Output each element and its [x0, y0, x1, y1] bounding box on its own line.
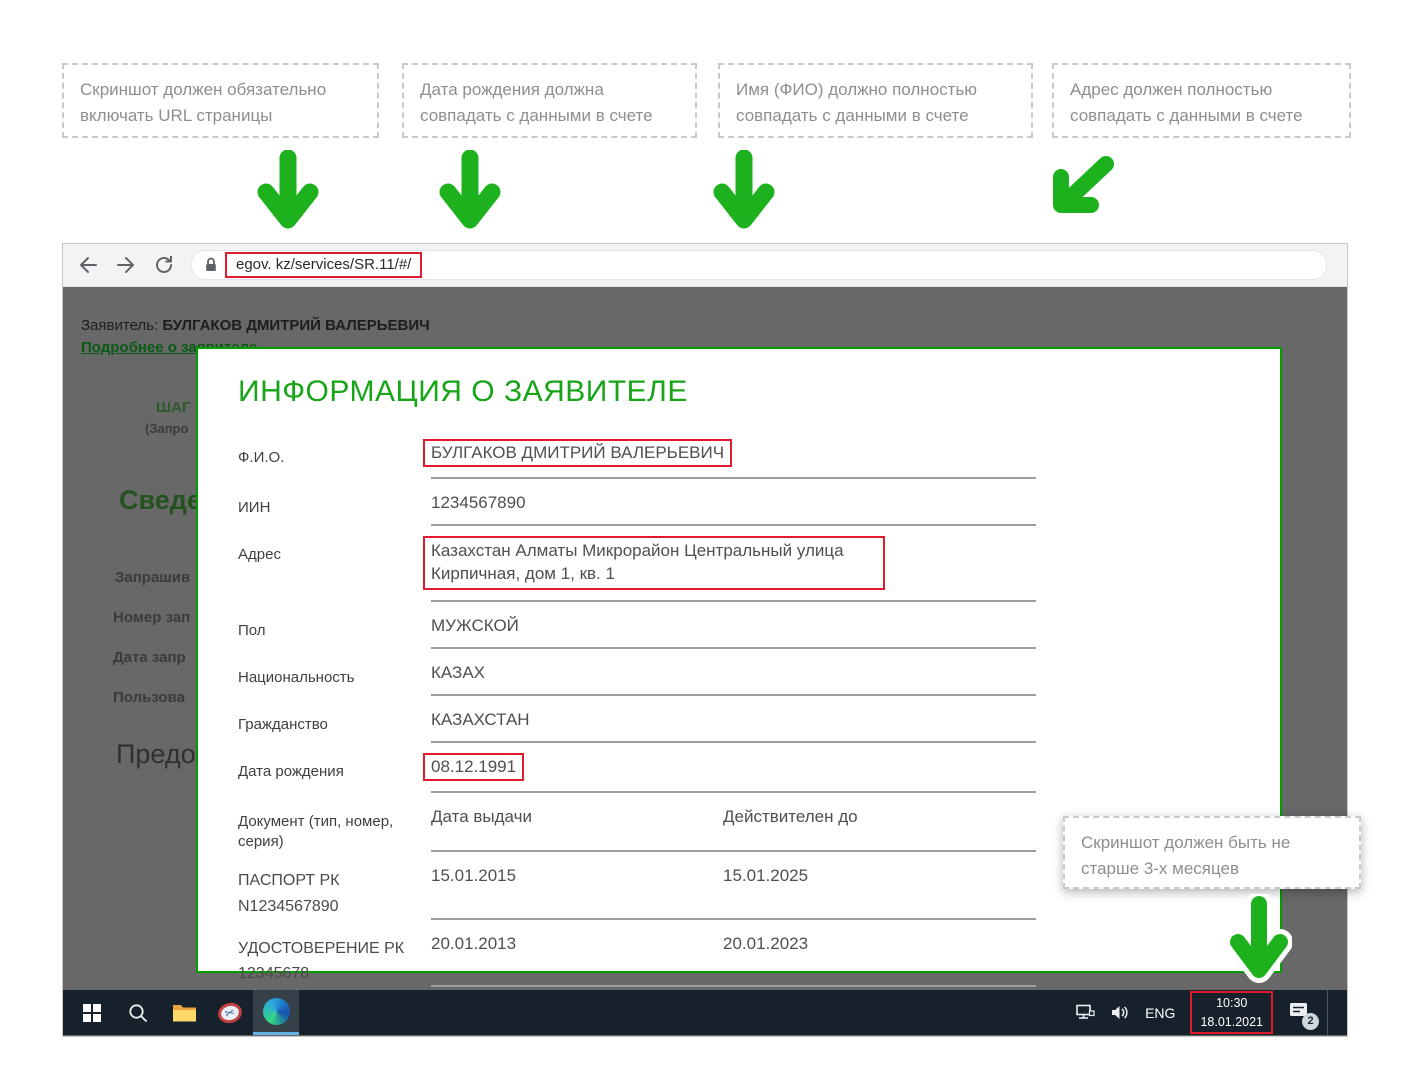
notification-badge: 2 [1302, 1013, 1319, 1030]
arrow-down-icon [1226, 894, 1292, 988]
start-button[interactable] [69, 990, 115, 1035]
clipped-section-heading: Сведе [119, 485, 202, 516]
doc-expires-value: 15.01.2025 [723, 866, 808, 895]
applicant-line: Заявитель: БУЛГАКОВ ДМИТРИЙ ВАЛЕРЬЕВИЧ [81, 317, 430, 334]
back-button[interactable] [77, 254, 99, 276]
clipped-row-label: Пользова [113, 689, 185, 706]
field-label: Ф.И.О. [238, 443, 431, 479]
snipping-tool-button[interactable]: ✂ [207, 990, 253, 1035]
fio-highlight-box: БУЛГАКОВ ДМИТРИЙ ВАЛЕРЬЕВИЧ [423, 439, 732, 467]
applicant-label: Заявитель: [81, 317, 158, 334]
field-label: Национальность [238, 663, 431, 696]
doc-expires-header: Действителен до [723, 807, 858, 841]
browser-toolbar: egov. kz/services/SR.11/#/ [63, 244, 1347, 287]
doc-expires-value: 20.01.2023 [723, 934, 808, 963]
address-bar[interactable]: egov. kz/services/SR.11/#/ [191, 250, 1327, 280]
note-age-limit: Скриншот должен быть не старше 3-х месяц… [1063, 816, 1361, 889]
field-value: 08.12.1991 [431, 757, 1036, 793]
field-value: КАЗАХСТАН [431, 710, 1036, 743]
doc-row-id-card: УДОСТОВЕРЕНИЕ РК 12345678 20.01.2013 20.… [238, 934, 1280, 987]
applicant-name: БУЛГАКОВ ДМИТРИЙ ВАЛЕРЬЕВИЧ [162, 317, 429, 334]
field-value: 1234567890 [431, 493, 1036, 526]
doc-section-label: Документ (тип, номер, серия) [238, 807, 431, 853]
tray-time: 10:30 [1200, 994, 1263, 1013]
field-value: КАЗАХ [431, 663, 1036, 696]
arrow-down-icon [256, 150, 320, 234]
field-label: Адрес [238, 540, 431, 602]
notification-center-button[interactable]: 2 [1288, 1001, 1310, 1025]
forward-button[interactable] [115, 254, 137, 276]
field-row-gender: Пол МУЖСКОЙ [238, 616, 1280, 649]
field-label: Пол [238, 616, 431, 649]
clipped-step-note: (Запро [145, 421, 188, 436]
doc-issued-value: 15.01.2015 [431, 866, 723, 895]
note-address-match: Адрес должен полностью совпадать с данны… [1052, 63, 1351, 138]
note-birthdate-match: Дата рождения должна совпадать с данными… [402, 63, 697, 138]
doc-name: УДОСТОВЕРЕНИЕ РК 12345678 [238, 934, 431, 987]
volume-icon[interactable] [1110, 1004, 1130, 1021]
clipped-row-label: Номер зап [113, 609, 190, 626]
field-label: Гражданство [238, 710, 431, 743]
clipped-row-label: Запрашив [115, 569, 190, 586]
system-tray: ENG 10:30 18.01.2021 2 [1074, 990, 1347, 1035]
field-label: ИИН [238, 493, 431, 526]
field-value: БУЛГАКОВ ДМИТРИЙ ВАЛЕРЬЕВИЧ [431, 443, 1036, 479]
arrow-down-left-icon [1046, 154, 1118, 220]
field-label: Дата рождения [238, 757, 431, 793]
field-row-nationality: Национальность КАЗАХ [238, 663, 1280, 696]
windows-logo-icon [83, 1004, 101, 1022]
note-name-match: Имя (ФИО) должно полностью совпадать с д… [718, 63, 1033, 138]
doc-dates: 20.01.2013 20.01.2023 [431, 934, 1036, 987]
language-indicator[interactable]: ENG [1145, 1005, 1175, 1021]
folder-icon [172, 1003, 197, 1023]
birthdate-highlight-box: 08.12.1991 [423, 753, 524, 781]
field-value: МУЖСКОЙ [431, 616, 1036, 649]
clipped-row-label: Дата запр [113, 649, 186, 666]
instruction-image: Скриншот должен обязательно включать URL… [0, 0, 1404, 1080]
arrow-down-icon [712, 150, 776, 234]
arrow-down-icon [438, 150, 502, 234]
file-explorer-button[interactable] [161, 990, 207, 1035]
address-highlight-box: Казахстан Алматы Микрорайон Центральный … [423, 536, 885, 590]
doc-header-cols: Дата выдачи Действителен до [431, 807, 1036, 853]
network-icon[interactable] [1074, 1004, 1095, 1021]
doc-issued-value: 20.01.2013 [431, 934, 723, 963]
windows-taskbar: ✂ ENG 10:30 [63, 990, 1347, 1035]
field-row-fio: Ф.И.О. БУЛГАКОВ ДМИТРИЙ ВАЛЕРЬЕВИЧ [238, 443, 1280, 479]
doc-issued-header: Дата выдачи [431, 807, 723, 841]
show-desktop-button[interactable] [1327, 990, 1335, 1035]
clipped-step-heading: ШАГ [156, 399, 190, 416]
scissors-icon: ✂ [216, 1000, 244, 1026]
lock-icon [204, 257, 218, 273]
note-url-required: Скриншот должен обязательно включать URL… [62, 63, 379, 138]
modal-title: ИНФОРМАЦИЯ О ЗАЯВИТЕЛЕ [238, 375, 1280, 409]
field-row-iin: ИИН 1234567890 [238, 493, 1280, 526]
reload-button[interactable] [153, 254, 175, 276]
doc-name: ПАСПОРТ РК N1234567890 [238, 866, 431, 919]
field-row-address: Адрес Казахстан Алматы Микрорайон Центра… [238, 540, 1280, 602]
url-text: egov. kz/services/SR.11/#/ [236, 256, 411, 273]
field-value: Казахстан Алматы Микрорайон Центральный … [431, 540, 1036, 602]
field-row-citizenship: Гражданство КАЗАХСТАН [238, 710, 1280, 743]
edge-icon [263, 998, 290, 1025]
browser-window: egov. kz/services/SR.11/#/ Заявитель: БУ… [62, 243, 1348, 1037]
search-icon [127, 1002, 149, 1024]
clock-highlight-box[interactable]: 10:30 18.01.2021 [1190, 991, 1273, 1035]
edge-browser-button[interactable] [253, 990, 299, 1035]
taskbar-search-button[interactable] [115, 990, 161, 1035]
url-highlight-box: egov. kz/services/SR.11/#/ [225, 252, 422, 278]
tray-date: 18.01.2021 [1200, 1013, 1263, 1032]
field-row-birthdate: Дата рождения 08.12.1991 [238, 757, 1280, 793]
doc-dates: 15.01.2015 15.01.2025 [431, 866, 1036, 919]
